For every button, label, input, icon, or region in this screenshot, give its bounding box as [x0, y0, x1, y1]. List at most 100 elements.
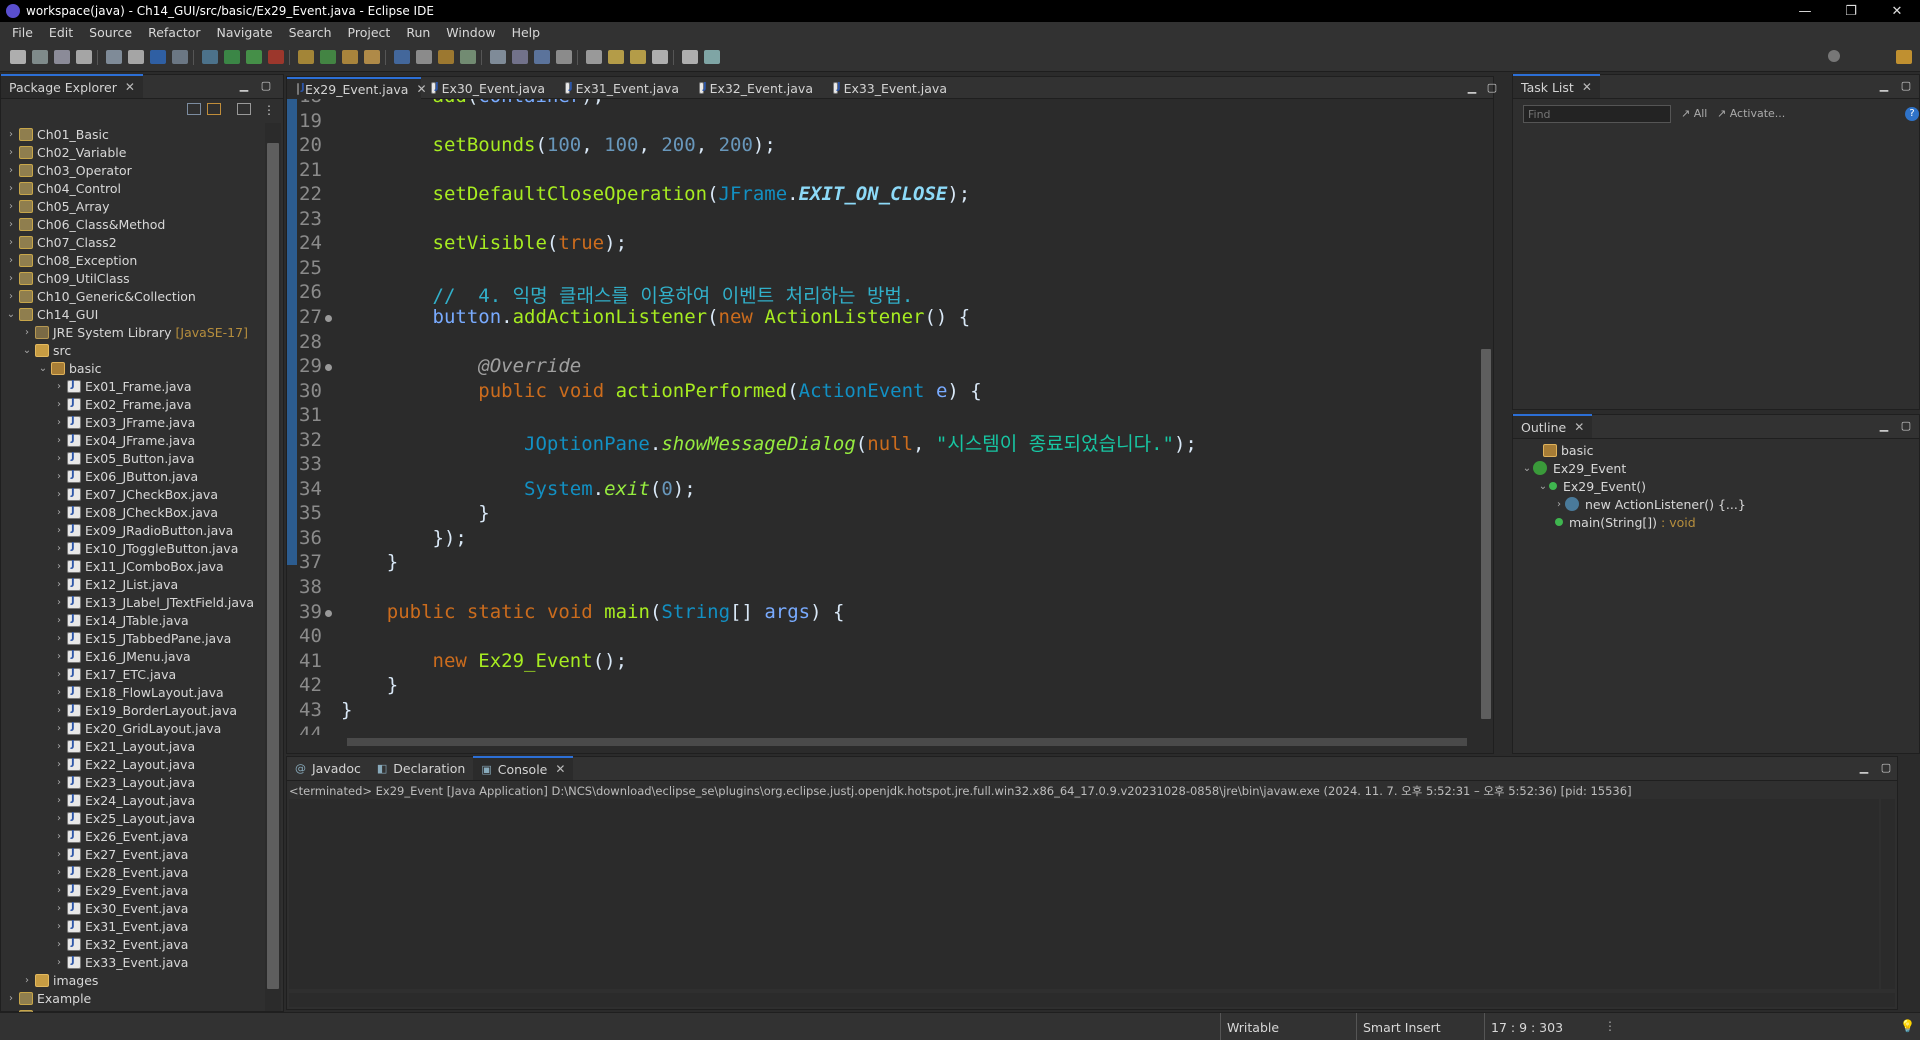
outline-anonymous-class[interactable]: › new ActionListener() {...}	[1553, 495, 1746, 513]
tree-item-file[interactable]: › Ex19_BorderLayout.java	[53, 701, 237, 719]
tree-item-file[interactable]: › Ex28_Event.java	[53, 863, 188, 881]
chevron-right-icon[interactable]: ›	[5, 273, 17, 284]
chevron-right-icon[interactable]: ›	[53, 777, 65, 788]
code-line[interactable]: 44	[287, 723, 1477, 735]
tree-item-file[interactable]: › Ex27_Event.java	[53, 845, 188, 863]
toggle-mark-icon[interactable]	[438, 50, 454, 64]
task-activate[interactable]: ↗ Activate...	[1717, 107, 1785, 120]
next-annotation-icon[interactable]	[556, 50, 572, 64]
fold-toggle-icon[interactable]	[325, 609, 332, 617]
tab-package-explorer[interactable]: Package Explorer ✕	[1, 74, 143, 98]
tree-item-project[interactable]: › Ch06_Class&Method	[5, 215, 165, 233]
tree-item-file[interactable]: › Ex24_Layout.java	[53, 791, 195, 809]
fold-toggle-icon[interactable]	[325, 364, 332, 372]
code-line[interactable]: 41 new Ex29_Event();	[287, 650, 1477, 674]
chevron-right-icon[interactable]: ›	[5, 165, 17, 176]
new-icon[interactable]	[10, 50, 26, 64]
tree-item-file[interactable]: › Ex05_Button.java	[53, 449, 195, 467]
code-line[interactable]: 24 setVisible(true);	[287, 232, 1477, 256]
tree-item-file[interactable]: › Ex11_JComboBox.java	[53, 557, 224, 575]
chevron-right-icon[interactable]: ›	[53, 741, 65, 752]
chevron-right-icon[interactable]: ›	[53, 957, 65, 968]
chevron-right-icon[interactable]: ›	[21, 975, 33, 986]
minimize-view-icon[interactable]: ▁	[1877, 79, 1891, 93]
code-line[interactable]: 38	[287, 576, 1477, 600]
code-line[interactable]: 39 public static void main(String[] args…	[287, 601, 1477, 625]
tree-item-project[interactable]: › Ch07_Class2	[5, 233, 117, 251]
search-icon[interactable]	[394, 50, 410, 64]
editor-tab[interactable]: Ex33_Event.java	[823, 77, 957, 99]
outline-constructor[interactable]: ⌄ Ex29_Event()	[1537, 477, 1646, 495]
editor-horizontal-scrollbar[interactable]	[337, 735, 1477, 749]
tree-item-file[interactable]: › Ex25_Layout.java	[53, 809, 195, 827]
new-class-icon[interactable]	[320, 50, 336, 64]
open-folder-icon[interactable]	[364, 50, 380, 64]
chevron-down-icon[interactable]: ⌄	[37, 363, 49, 374]
maximize-button[interactable]: ❐	[1828, 0, 1874, 22]
open-perspective-icon[interactable]	[704, 50, 720, 64]
tree-item-file[interactable]: › Ex07_JCheckBox.java	[53, 485, 218, 503]
scrollbar-thumb[interactable]	[1481, 349, 1491, 719]
run-config-icon[interactable]	[246, 50, 262, 64]
tree-item-project[interactable]: › Ch05_Array	[5, 197, 109, 215]
new-package-icon[interactable]	[298, 50, 314, 64]
minimize-button[interactable]: —	[1782, 0, 1828, 22]
collapse-all-icon[interactable]	[187, 103, 201, 115]
whitespace-icon[interactable]	[490, 50, 506, 64]
code-line[interactable]: 28	[287, 331, 1477, 355]
editor-tab[interactable]: Ex29_Event.java✕	[287, 77, 427, 99]
chevron-right-icon[interactable]: ›	[53, 507, 65, 518]
code-line[interactable]: 23	[287, 208, 1477, 232]
maximize-view-icon[interactable]: ▢	[1899, 79, 1913, 93]
redo-icon[interactable]	[106, 50, 122, 64]
help-icon[interactable]: ?	[1905, 107, 1919, 121]
tree-item-file[interactable]: › Ex04_JFrame.java	[53, 431, 195, 449]
outline-class[interactable]: ⌄ Ex29_Event	[1521, 459, 1626, 477]
tree-item-file[interactable]: › Ex29_Event.java	[53, 881, 188, 899]
chevron-right-icon[interactable]: ›	[53, 723, 65, 734]
chevron-right-icon[interactable]: ›	[53, 921, 65, 932]
next-edit-icon[interactable]	[682, 50, 698, 64]
status-menu-icon[interactable]: ⋮	[1604, 1019, 1616, 1033]
code-line[interactable]: 36 });	[287, 527, 1477, 551]
tree-item-images[interactable]: › images	[21, 971, 98, 989]
tree-item-file[interactable]: › Ex13_JLabel_JTextField.java	[53, 593, 254, 611]
code-line[interactable]: 22 setDefaultCloseOperation(JFrame.EXIT_…	[287, 183, 1477, 207]
chevron-right-icon[interactable]: ›	[53, 813, 65, 824]
chevron-right-icon[interactable]: ›	[53, 615, 65, 626]
chevron-right-icon[interactable]: ›	[53, 687, 65, 698]
minimize-view-icon[interactable]: ▁	[237, 79, 251, 93]
tree-item-file[interactable]: › Ex23_Layout.java	[53, 773, 195, 791]
maximize-view-icon[interactable]: ▢	[1899, 419, 1913, 433]
close-icon[interactable]: ✕	[125, 80, 135, 94]
prev-annotation-icon[interactable]	[586, 50, 602, 64]
code-line[interactable]: 25	[287, 257, 1477, 281]
search-icon[interactable]	[1828, 50, 1840, 62]
minimize-editor-icon[interactable]: ▁	[1465, 81, 1479, 95]
chevron-right-icon[interactable]: ›	[53, 525, 65, 536]
save-icon[interactable]	[32, 50, 48, 64]
tree-item-file[interactable]: › Ex17_ETC.java	[53, 665, 176, 683]
code-line[interactable]: 43}	[287, 699, 1477, 723]
code-line[interactable]: 19	[287, 110, 1477, 134]
tree-item-file[interactable]: › Ex12_JList.java	[53, 575, 178, 593]
tree-item-project[interactable]: › Example	[5, 989, 91, 1007]
coverage-icon[interactable]	[202, 50, 218, 64]
tree-item-project[interactable]: › Ch04_Control	[5, 179, 121, 197]
chevron-right-icon[interactable]: ›	[5, 993, 17, 1004]
code-line[interactable]: 42 }	[287, 674, 1477, 698]
editor-tab[interactable]: Ex32_Event.java	[689, 77, 823, 99]
editor-tab[interactable]: Ex31_Event.java	[555, 77, 689, 99]
stop-icon[interactable]	[268, 50, 284, 64]
forward-icon[interactable]	[630, 50, 646, 64]
menu-project[interactable]: Project	[340, 25, 399, 40]
maximize-editor-icon[interactable]: ▢	[1485, 81, 1499, 95]
menu-file[interactable]: File	[4, 25, 41, 40]
editor-tab[interactable]: Ex30_Event.java	[421, 77, 555, 99]
tree-item-jre[interactable]: › JRE System Library [JavaSE-17]	[21, 323, 248, 341]
code-line[interactable]: 33	[287, 453, 1477, 477]
menu-search[interactable]: Search	[281, 25, 340, 40]
tab-outline[interactable]: Outline ✕	[1513, 414, 1593, 438]
chevron-right-icon[interactable]: ›	[5, 255, 17, 266]
tree-item-project[interactable]: › Ch01_Basic	[5, 125, 109, 143]
